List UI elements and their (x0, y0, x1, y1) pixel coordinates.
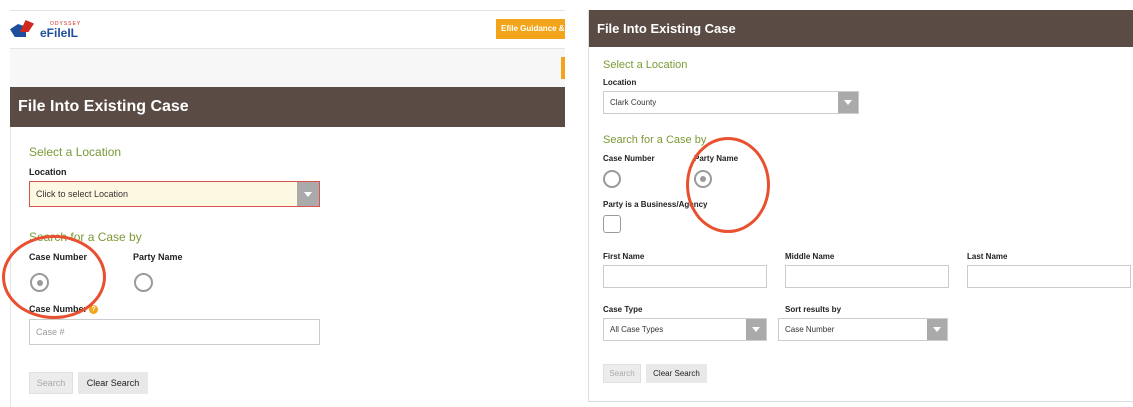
radio-label-case-number: Case Number (603, 154, 655, 163)
sort-results-value: Case Number (785, 325, 835, 334)
case-search-form: Select a Location Location Click to sele… (10, 127, 565, 407)
search-button[interactable]: Search (603, 364, 641, 383)
page-title: File Into Existing Case (589, 10, 1133, 47)
radio-label-case-number: Case Number (29, 252, 88, 262)
nav-accent (561, 57, 565, 79)
last-name-label: Last Name (967, 252, 1008, 261)
location-select-value: Click to select Location (36, 189, 129, 199)
location-label: Location (29, 167, 67, 177)
clear-search-button[interactable]: Clear Search (646, 364, 707, 383)
efileil-logo[interactable]: ODYSSEY eFileIL (10, 18, 81, 42)
radio-label-party-name: Party Name (133, 252, 183, 262)
right-screenshot: File Into Existing Case Select a Locatio… (588, 10, 1133, 402)
chevron-down-icon[interactable] (927, 319, 947, 340)
last-name-input[interactable] (967, 265, 1131, 288)
first-name-label: First Name (603, 252, 645, 261)
case-number-label: Case Number? (29, 304, 99, 314)
case-type-value: All Case Types (610, 325, 664, 334)
location-select[interactable]: Clark County (603, 91, 859, 114)
case-number-input[interactable]: Case # (29, 319, 320, 345)
business-agency-checkbox[interactable] (603, 215, 621, 233)
help-icon[interactable]: ? (89, 305, 99, 314)
logo-brand-text: eFileIL (40, 25, 79, 40)
search-button[interactable]: Search (29, 372, 73, 394)
select-location-title: Select a Location (29, 145, 122, 159)
efile-guidance-button[interactable]: Efile Guidance & (496, 19, 565, 39)
clear-search-button[interactable]: Clear Search (78, 372, 148, 394)
middle-name-input[interactable] (785, 265, 949, 288)
location-select-value: Clark County (610, 98, 657, 107)
chevron-down-icon[interactable] (838, 92, 858, 113)
chevron-down-icon[interactable] (297, 182, 319, 206)
search-for-case-title: Search for a Case by (29, 230, 142, 244)
left-screenshot: ODYSSEY eFileIL Efile Guidance & File In… (0, 0, 565, 407)
sort-results-select[interactable]: Case Number (778, 318, 948, 341)
business-agency-label: Party is a Business/Agency (603, 200, 708, 209)
top-divider (10, 10, 565, 11)
location-label: Location (603, 78, 637, 87)
case-number-placeholder: Case # (36, 327, 65, 337)
party-name-radio[interactable] (134, 273, 153, 292)
case-number-label-text: Case Number (29, 304, 88, 314)
middle-name-label: Middle Name (785, 252, 835, 261)
sort-results-label: Sort results by (785, 305, 842, 314)
chevron-down-icon[interactable] (746, 319, 766, 340)
case-type-label: Case Type (603, 305, 643, 314)
search-for-case-title: Search for a Case by (603, 134, 707, 146)
illinois-logo-icon (10, 20, 36, 40)
first-name-input[interactable] (603, 265, 767, 288)
case-number-radio[interactable] (30, 273, 49, 292)
location-select[interactable]: Click to select Location (29, 181, 320, 207)
select-location-title: Select a Location (603, 59, 688, 71)
case-number-radio[interactable] (603, 170, 621, 188)
page-title: File Into Existing Case (10, 87, 565, 127)
party-name-radio[interactable] (694, 170, 712, 188)
case-type-select[interactable]: All Case Types (603, 318, 767, 341)
radio-label-party-name: Party Name (694, 154, 739, 163)
nav-strip (10, 49, 565, 87)
